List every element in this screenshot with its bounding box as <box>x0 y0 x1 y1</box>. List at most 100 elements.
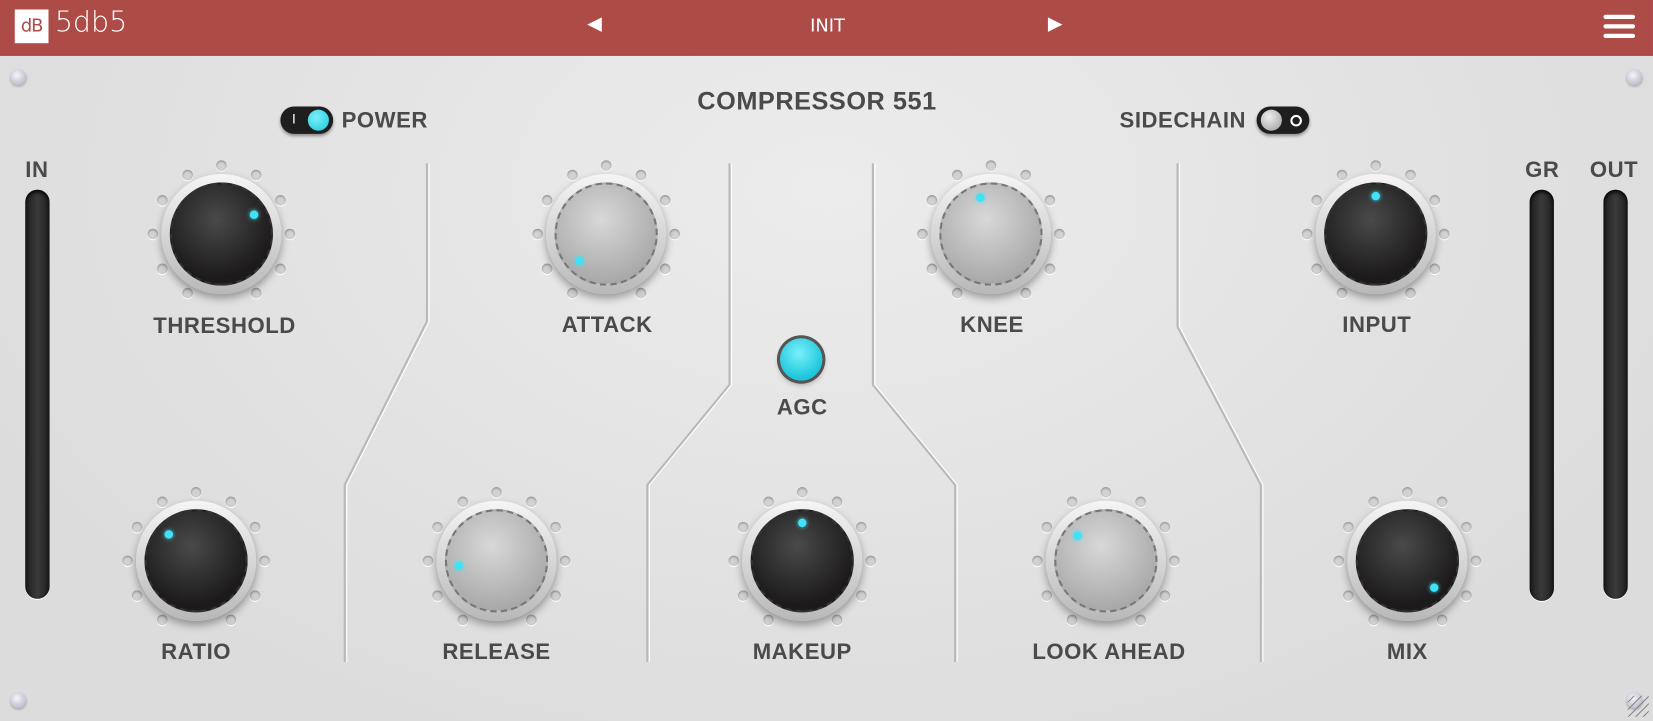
scale-dot <box>1301 228 1313 240</box>
scale-dot <box>1402 487 1413 498</box>
in-meter-label: IN <box>25 158 49 183</box>
scale-dot <box>259 555 270 567</box>
knob-indicator <box>976 193 985 202</box>
scale-dot <box>669 228 680 240</box>
scale-dot <box>1019 288 1031 299</box>
attack-label: ATTACK <box>561 313 653 338</box>
scale-dot <box>156 614 168 626</box>
scale-dot <box>1134 614 1146 626</box>
scale-dot <box>156 496 168 507</box>
makeup-label: MAKEUP <box>752 639 852 665</box>
scale-dot <box>1169 555 1180 567</box>
scale-dot <box>1429 263 1441 274</box>
look-ahead-label: LOOK AHEAD <box>1032 639 1186 665</box>
gr-meter <box>1529 189 1554 601</box>
scale-dot <box>728 555 739 567</box>
ratio-label: RATIO <box>161 639 232 665</box>
scale-dot <box>1367 614 1379 626</box>
scale-dot <box>275 194 286 206</box>
knob-body[interactable] <box>546 173 667 295</box>
scale-dot <box>250 169 261 180</box>
scale-dot <box>660 263 671 274</box>
scale-dot <box>1041 589 1052 601</box>
knob-body[interactable] <box>1347 500 1468 621</box>
scale-dot <box>660 194 671 206</box>
agc-label: AGC <box>776 395 828 420</box>
scale-dot <box>559 555 571 567</box>
knob-indicator <box>1371 191 1380 201</box>
scale-dot <box>550 589 562 601</box>
out-meter <box>1603 189 1628 599</box>
knob-body[interactable] <box>1045 500 1166 621</box>
scale-dot <box>250 288 261 299</box>
knob-body[interactable] <box>930 173 1052 295</box>
scale-dot <box>1041 521 1052 532</box>
scale-dot <box>1311 194 1322 206</box>
scale-dot <box>635 288 646 299</box>
sidechain-toggle[interactable] <box>1256 106 1310 134</box>
scale-dot <box>951 288 962 299</box>
scale-dot <box>225 614 236 626</box>
scale-dot <box>1436 614 1447 626</box>
scale-dot <box>1370 160 1382 171</box>
scale-dot <box>856 521 867 532</box>
power-label: POWER <box>341 108 428 133</box>
scale-dot <box>1333 555 1345 567</box>
knob-cap <box>1355 509 1460 613</box>
scale-dot <box>1311 263 1322 274</box>
scale-dot <box>635 169 646 180</box>
scale-dot <box>1019 169 1031 180</box>
scale-dot <box>284 228 296 240</box>
scale-dot <box>422 555 434 567</box>
scale-dot <box>1336 288 1347 299</box>
scale-dot <box>1045 194 1056 206</box>
scale-dot <box>122 555 133 567</box>
scale-dot <box>1461 521 1472 532</box>
input-label: INPUT <box>1342 313 1412 338</box>
power-mark: I <box>292 110 296 127</box>
scale-dot <box>216 160 227 171</box>
agc-button[interactable] <box>780 338 823 381</box>
scale-dot <box>796 487 808 498</box>
scale-dot <box>225 496 236 507</box>
scale-dot <box>1159 521 1171 532</box>
knob-indicator <box>249 210 259 219</box>
mix-label: MIX <box>1386 639 1428 665</box>
knob-body[interactable] <box>436 500 557 621</box>
scale-dot <box>865 555 877 567</box>
scale-dot <box>1461 589 1472 601</box>
scale-dot <box>1342 589 1354 601</box>
scale-dot <box>926 263 937 274</box>
knob-indicator <box>454 561 464 570</box>
scale-dot <box>525 614 537 626</box>
off-mark-icon <box>1290 114 1302 127</box>
in-meter <box>25 189 50 599</box>
scale-dot <box>762 496 774 507</box>
knob-cap <box>169 182 274 286</box>
scale-dot <box>532 228 543 240</box>
knob-indicator <box>164 530 174 539</box>
scale-dot <box>1470 555 1482 567</box>
knob-cap <box>554 182 658 286</box>
scale-dot <box>190 487 202 498</box>
scale-dot <box>456 614 468 626</box>
scale-dot <box>1336 169 1347 180</box>
scale-dot <box>147 228 159 240</box>
scale-dot <box>431 589 443 601</box>
scale-dot <box>156 263 168 274</box>
scale-dot <box>250 589 261 601</box>
knob-indicator <box>1073 531 1082 540</box>
scale-dot <box>1100 487 1112 498</box>
scale-dot <box>1066 496 1077 507</box>
scale-dot <box>1429 194 1441 206</box>
knob-body[interactable] <box>135 500 257 621</box>
scale-dot <box>181 169 193 180</box>
scale-dot <box>131 589 143 601</box>
knob-body[interactable] <box>161 173 282 295</box>
power-toggle[interactable]: I <box>280 106 334 134</box>
release-label: RELEASE <box>442 639 551 665</box>
scale-dot <box>541 194 553 206</box>
scale-dot <box>156 194 168 206</box>
plugin-title: COMPRESSOR 551 <box>697 87 937 116</box>
scale-dot <box>1134 496 1146 507</box>
